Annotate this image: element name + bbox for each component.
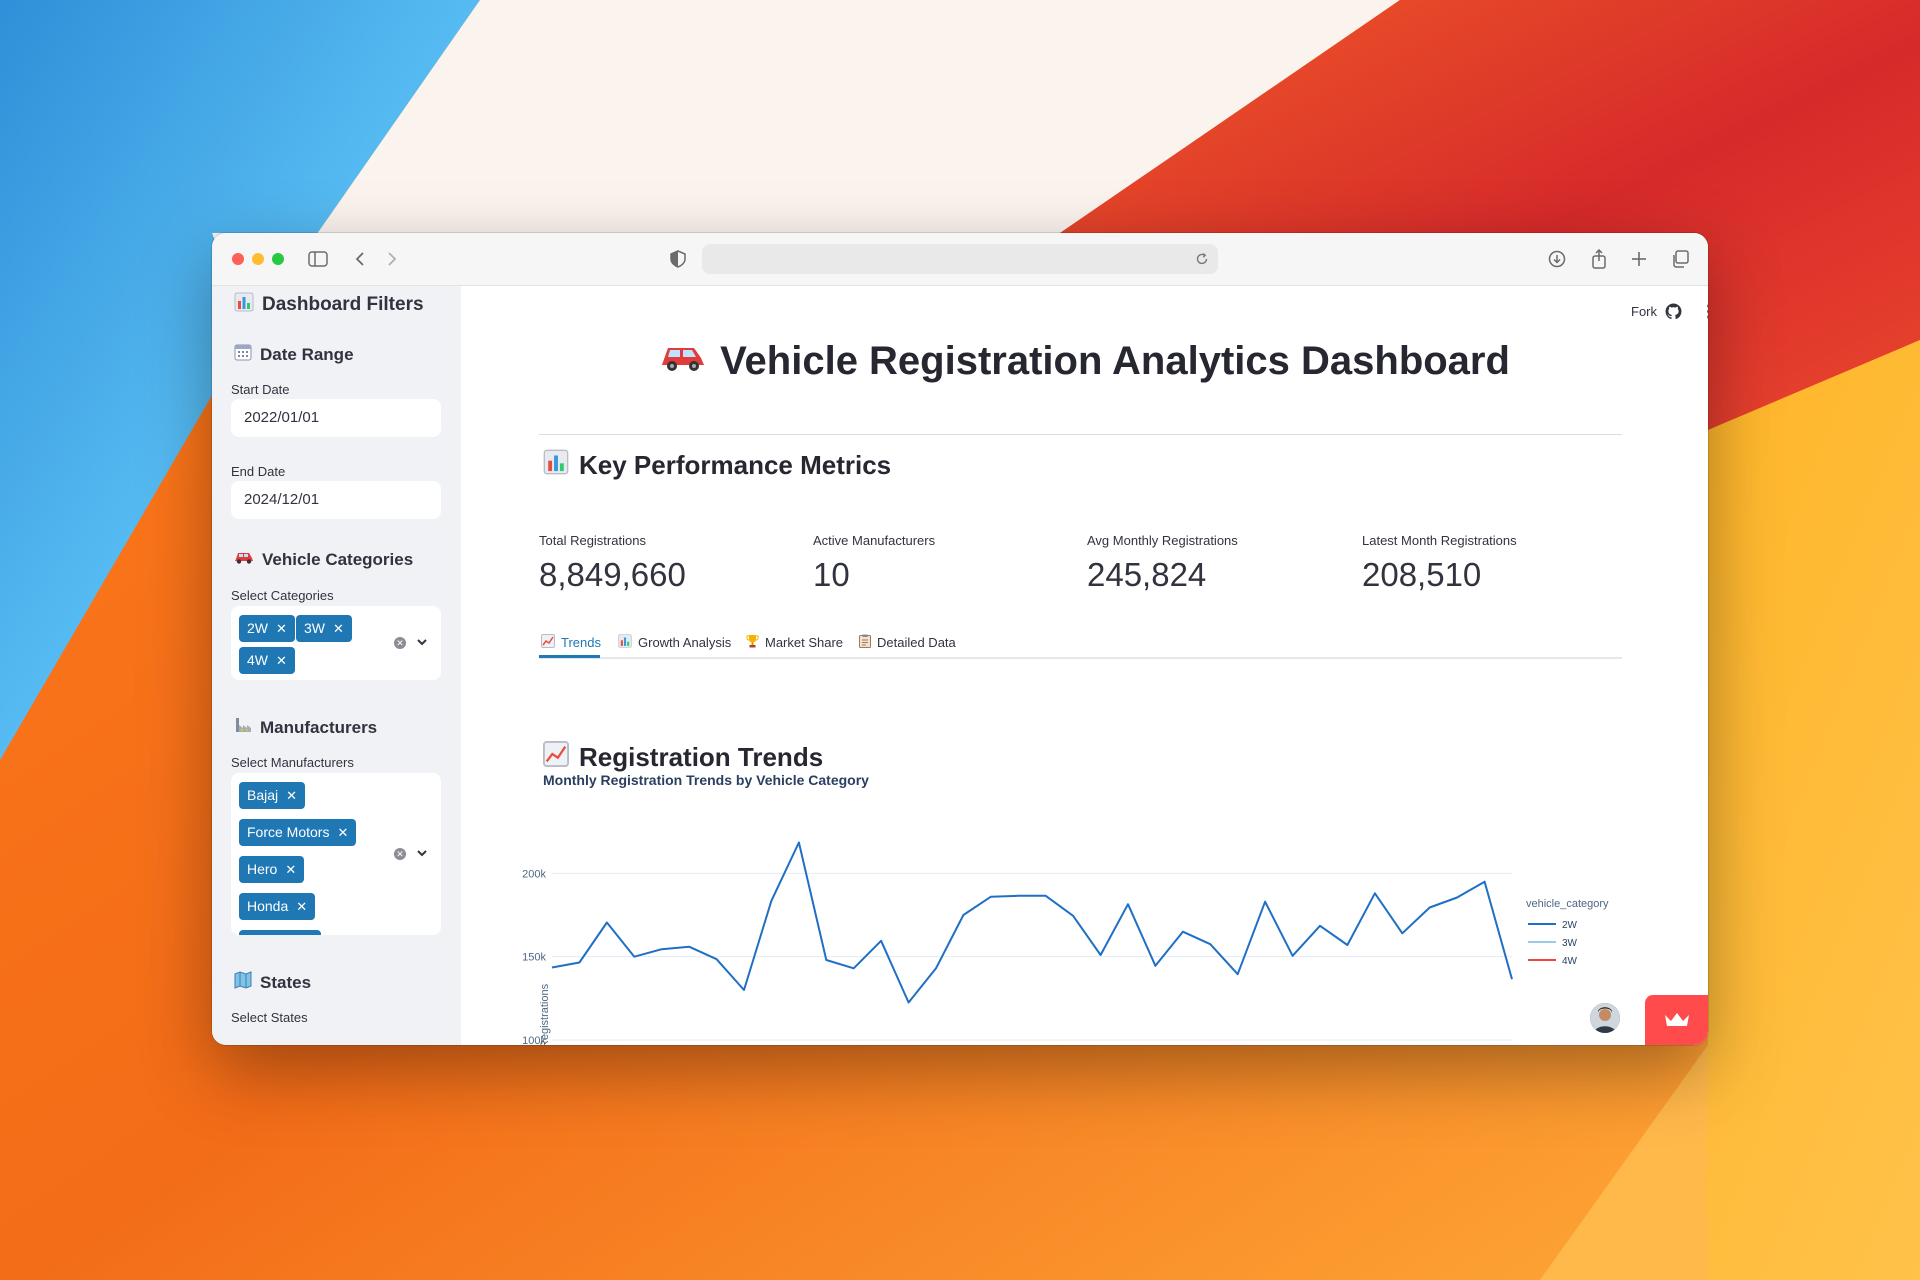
trends-heading: Registration Trends (543, 741, 823, 774)
y-tick-label: 200k (522, 868, 546, 880)
manufacturers-multiselect[interactable]: Bajaj ✕ Force Motors ✕ Hero ✕ Honda ✕ ✕ (231, 773, 441, 935)
legend-item[interactable]: 3W (1562, 938, 1578, 949)
remove-chip-icon[interactable]: ✕ (276, 621, 287, 636)
end-date-label: End Date (231, 464, 286, 479)
metric-label: Latest Month Registrations (1362, 533, 1517, 548)
manufacturer-chip[interactable]: Bajaj ✕ (239, 782, 306, 809)
y-tick-label: 150k (522, 952, 546, 964)
bar-chart-icon (618, 633, 632, 651)
main-content: Fork Vehicle Registration Analytics Dash… (462, 286, 1708, 1045)
manufacturer-chip[interactable]: Force Motors ✕ (239, 819, 357, 846)
more-menu-icon[interactable] (1706, 303, 1708, 320)
maximize-window-button[interactable] (272, 253, 284, 265)
forward-icon[interactable] (380, 247, 404, 271)
remove-chip-icon[interactable]: ✕ (286, 788, 297, 803)
legend-title: vehicle_category (1526, 898, 1609, 910)
active-tab-indicator (539, 655, 600, 658)
clipboard-icon (859, 634, 871, 651)
chevron-down-icon[interactable] (416, 638, 428, 648)
vehicle-categories-heading: Vehicle Categories (234, 549, 413, 570)
filters-sidebar: Dashboard Filters Date Range Start Date … (212, 286, 461, 1045)
manufacturer-chip[interactable]: Honda ✕ (239, 893, 316, 920)
metric-value: 208,510 (1362, 556, 1482, 593)
end-date-input[interactable]: 2024/12/01 (231, 481, 441, 519)
manufacturer-chip-partial[interactable] (239, 930, 321, 935)
metric-label: Total Registrations (539, 533, 646, 548)
map-icon (234, 971, 252, 994)
tab-overview-icon[interactable] (1668, 247, 1692, 271)
bar-chart-icon (543, 449, 569, 482)
reload-icon[interactable] (1190, 247, 1214, 271)
metric-value: 10 (813, 556, 850, 593)
remove-chip-icon[interactable]: ✕ (276, 653, 287, 668)
car-icon (660, 338, 706, 384)
remove-chip-icon[interactable]: ✕ (333, 621, 344, 636)
sidebar-title: Dashboard Filters (234, 292, 424, 318)
metric-label: Avg Monthly Registrations (1087, 533, 1238, 548)
category-chip[interactable]: 2W ✕ (239, 615, 295, 642)
legend-item[interactable]: 4W (1562, 956, 1578, 967)
avatar[interactable] (1590, 1003, 1620, 1033)
metric-label: Active Manufacturers (813, 533, 936, 548)
factory-icon (234, 716, 252, 739)
page-title: Vehicle Registration Analytics Dashboard (462, 338, 1708, 384)
date-range-heading: Date Range (234, 343, 354, 366)
metric-value: 245,824 (1087, 556, 1207, 593)
address-bar[interactable] (702, 244, 1218, 274)
line-chart-icon (541, 633, 555, 651)
manufacturers-heading: Manufacturers (234, 716, 377, 739)
category-chip[interactable]: 3W ✕ (296, 615, 352, 642)
remove-chip-icon[interactable]: ✕ (296, 899, 307, 914)
browser-toolbar (212, 233, 1708, 286)
states-heading: States (234, 971, 311, 994)
series-line-2w[interactable] (551, 841, 1513, 1004)
tab-trends[interactable]: Trends (541, 627, 601, 657)
browser-window: Dashboard Filters Date Range Start Date … (212, 233, 1708, 1045)
sidebar-toggle-icon[interactable] (306, 247, 330, 271)
select-states-label: Select States (231, 1010, 308, 1025)
download-icon[interactable] (1545, 247, 1569, 271)
chart-title: Monthly Registration Trends by Vehicle C… (543, 772, 869, 788)
streamlit-badge[interactable] (1645, 995, 1708, 1045)
remove-chip-icon[interactable]: ✕ (337, 825, 348, 840)
trends-line-chart: 100k150k200k Registrations vehicle_categ… (522, 841, 1609, 1045)
privacy-shield-icon[interactable] (666, 247, 690, 271)
title-divider (539, 434, 1622, 435)
fork-button[interactable]: Fork (1631, 304, 1657, 319)
bar-chart-icon (234, 292, 254, 318)
car-icon (234, 549, 254, 570)
tab-detailed-data[interactable]: Detailed Data (859, 627, 956, 657)
category-chip[interactable]: 4W ✕ (239, 647, 295, 674)
crown-icon (1664, 1013, 1689, 1026)
start-date-label: Start Date (231, 382, 290, 397)
tab-growth-analysis[interactable]: Growth Analysis (618, 627, 731, 657)
new-tab-icon[interactable] (1627, 247, 1651, 271)
categories-multiselect[interactable]: 2W ✕ 3W ✕ 4W ✕ ✕ (231, 606, 441, 680)
legend-item[interactable]: 2W (1562, 920, 1578, 931)
manufacturer-chip[interactable]: Hero ✕ (239, 856, 305, 883)
close-window-button[interactable] (232, 253, 244, 265)
y-axis-label: Registrations (539, 983, 551, 1045)
trophy-icon (746, 634, 759, 651)
clear-all-icon[interactable]: ✕ (394, 637, 406, 649)
calendar-icon (234, 343, 252, 366)
chevron-down-icon[interactable] (416, 849, 428, 859)
back-icon[interactable] (348, 247, 372, 271)
tab-bar: Trends Growth Analysis Market Share Deta… (539, 627, 1622, 659)
share-icon[interactable] (1587, 247, 1611, 271)
remove-chip-icon[interactable]: ✕ (285, 862, 296, 877)
tab-market-share[interactable]: Market Share (746, 627, 843, 657)
metric-value: 8,849,660 (539, 556, 686, 593)
start-date-input[interactable]: 2022/01/01 (231, 399, 441, 437)
kpi-heading: Key Performance Metrics (543, 449, 891, 482)
line-chart-icon (543, 741, 569, 774)
select-manufacturers-label: Select Manufacturers (231, 755, 354, 770)
minimize-window-button[interactable] (252, 253, 264, 265)
github-icon[interactable] (1665, 303, 1682, 320)
clear-all-icon[interactable]: ✕ (394, 848, 406, 860)
select-categories-label: Select Categories (231, 588, 334, 603)
